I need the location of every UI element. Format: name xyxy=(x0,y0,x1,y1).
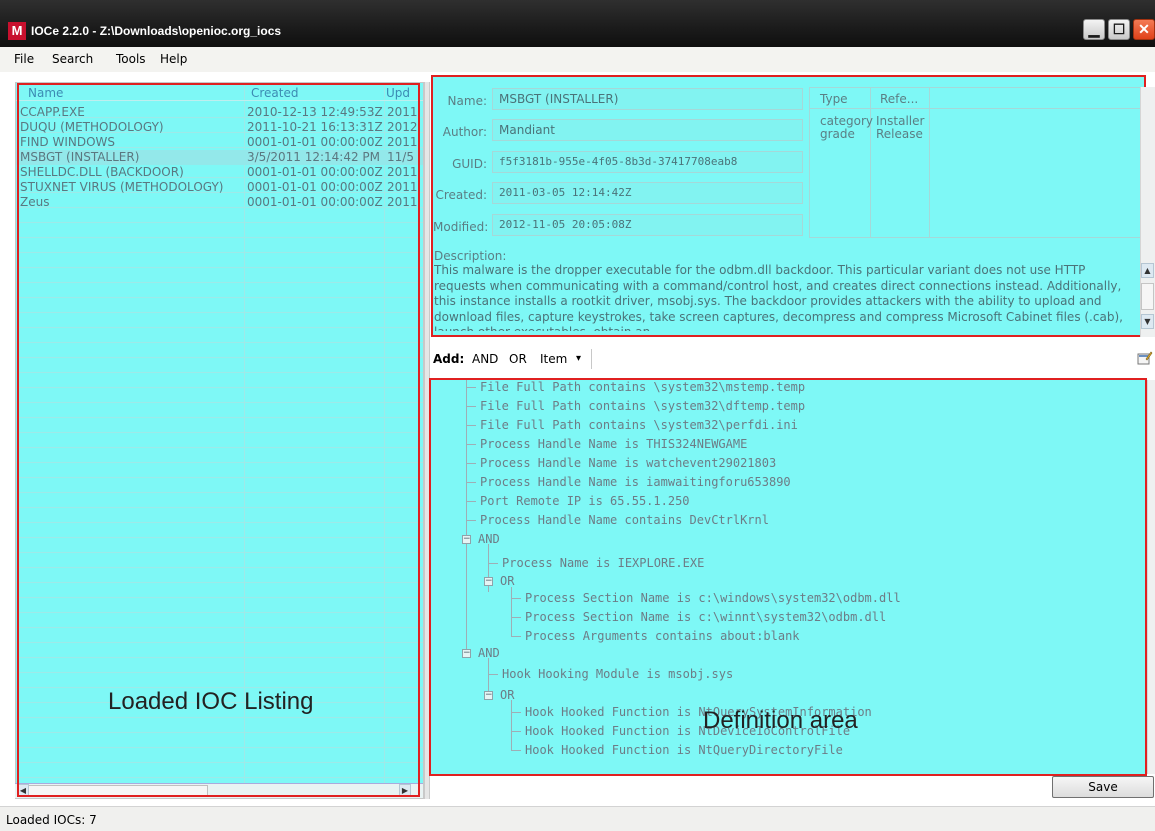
description-scroll-down-icon[interactable]: ▼ xyxy=(1141,314,1154,329)
chevron-down-icon[interactable]: ▾ xyxy=(576,351,581,367)
tree-node[interactable]: Hook Hooked Function is NtQueryDirectory… xyxy=(525,741,843,760)
collapse-icon[interactable]: − xyxy=(484,691,493,700)
menu-help[interactable]: Help xyxy=(160,51,187,67)
minimize-icon: ▁ xyxy=(1088,21,1100,37)
app-logo-icon: M xyxy=(8,22,26,40)
menu-tools[interactable]: Tools xyxy=(116,51,146,67)
tree-node-or[interactable]: OR xyxy=(500,686,514,705)
collapse-icon[interactable]: − xyxy=(462,649,471,658)
description-label: Description: xyxy=(434,249,507,263)
definition-vertical-scrollbar[interactable] xyxy=(1147,380,1155,774)
description-scroll-thumb[interactable] xyxy=(1141,283,1154,310)
param-header-reference[interactable]: Refe... xyxy=(880,93,918,106)
save-button[interactable]: Save xyxy=(1052,776,1154,798)
param-ref: Release xyxy=(876,127,923,141)
tree-node-and[interactable]: AND xyxy=(478,644,500,663)
tree-node[interactable]: Process Handle Name is THIS324NEWGAME xyxy=(480,435,747,454)
status-bar xyxy=(0,806,1155,831)
status-text: Loaded IOCs: 7 xyxy=(6,813,97,827)
guid-label: GUID: xyxy=(452,157,487,171)
add-and-button[interactable]: AND xyxy=(472,351,498,367)
ioc-details-panel: Name: MSBGT (INSTALLER) Author: Mandiant… xyxy=(431,75,1146,337)
tree-node[interactable]: File Full Path contains \system32\mstemp… xyxy=(480,380,805,397)
window-title: IOCe 2.2.0 - Z:\Downloads\openioc.org_io… xyxy=(31,24,282,38)
parameters-table[interactable]: Type Refe... category Installer grade Re… xyxy=(809,87,1144,238)
tree-node[interactable]: File Full Path contains \system32\perfdi… xyxy=(480,416,798,435)
tree-node[interactable]: File Full Path contains \system32\dftemp… xyxy=(480,397,805,416)
menu-search[interactable]: Search xyxy=(52,51,93,67)
guid-field[interactable]: f5f3181b-955e-4f05-8b3d-37417708eab8 xyxy=(492,151,803,173)
description-scroll-up-icon[interactable]: ▲ xyxy=(1141,263,1154,278)
created-field[interactable]: 2011-03-05 12:14:42Z xyxy=(492,182,803,204)
tree-node[interactable]: Process Handle Name contains DevCtrlKrnl xyxy=(480,511,769,530)
modified-field[interactable]: 2012-11-05 20:05:08Z xyxy=(492,214,803,236)
name-label: Name: xyxy=(447,94,487,108)
created-label: Created: xyxy=(435,188,487,202)
definition-area-caption: Definition area xyxy=(703,707,858,734)
collapse-icon[interactable]: − xyxy=(462,535,471,544)
param-header-type[interactable]: Type xyxy=(820,93,848,106)
menu-file[interactable]: File xyxy=(14,51,34,67)
author-label: Author: xyxy=(442,125,487,139)
description-text[interactable]: This malware is the dropper executable f… xyxy=(434,263,1140,331)
maximize-button[interactable]: ☐ xyxy=(1108,19,1130,40)
add-or-button[interactable]: OR xyxy=(509,351,527,367)
minimize-button[interactable]: ▁ xyxy=(1083,19,1105,40)
tree-node[interactable]: Port Remote IP is 65.55.1.250 xyxy=(480,492,690,511)
tree-node-and[interactable]: AND xyxy=(478,530,500,549)
tree-node[interactable]: Process Arguments contains about:blank xyxy=(525,627,800,646)
tree-node[interactable]: Hook Hooking Module is msobj.sys xyxy=(502,665,733,684)
maximize-icon: ☐ xyxy=(1112,21,1126,37)
name-field[interactable]: MSBGT (INSTALLER) xyxy=(492,88,803,110)
add-item-dropdown[interactable]: Item xyxy=(540,351,567,367)
tree-node[interactable]: Process Section Name is c:\windows\syste… xyxy=(525,589,901,608)
tree-node[interactable]: Process Name is IEXPLORE.EXE xyxy=(502,554,704,573)
tree-node[interactable]: Process Section Name is c:\winnt\system3… xyxy=(525,608,886,627)
edit-parameters-icon[interactable] xyxy=(1137,350,1153,366)
toolbar-divider xyxy=(591,349,592,369)
tree-node-or[interactable]: OR xyxy=(500,572,514,591)
loaded-ioc-listing-caption: Loaded IOC Listing xyxy=(108,688,314,715)
collapse-icon[interactable]: − xyxy=(484,577,493,586)
add-label: Add: xyxy=(433,352,465,366)
close-icon: ✕ xyxy=(1138,21,1150,37)
author-field[interactable]: Mandiant xyxy=(492,119,803,141)
close-button[interactable]: ✕ xyxy=(1133,19,1155,40)
modified-label: Modified: xyxy=(433,220,489,234)
param-type: grade xyxy=(820,127,855,141)
tree-node[interactable]: Process Handle Name is iamwaitingforu653… xyxy=(480,473,791,492)
tree-node[interactable]: Process Handle Name is watchevent2902180… xyxy=(480,454,776,473)
